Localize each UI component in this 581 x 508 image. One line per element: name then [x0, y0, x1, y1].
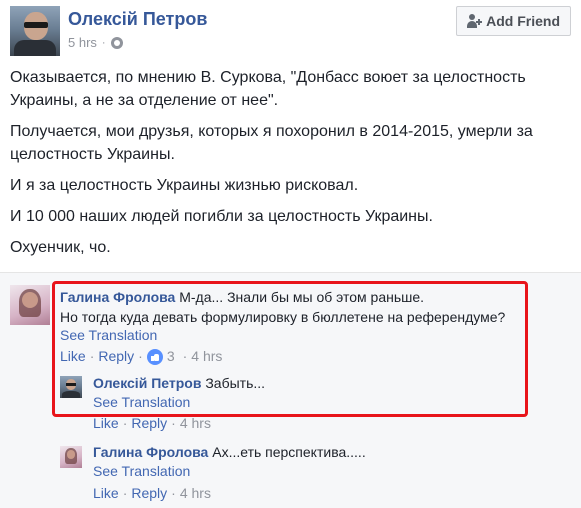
post-paragraph: И 10 000 наших людей погибли за целостно… — [10, 208, 433, 225]
comment-line: Галина Фролова Ах...еть перспектива..... — [93, 443, 366, 462]
add-friend-icon — [467, 14, 483, 28]
post-paragraph: Оказывается, по мнению В. Суркова, "Донб… — [10, 69, 526, 109]
see-translation-link[interactable]: See Translation — [93, 393, 190, 412]
commenter-avatar[interactable] — [60, 376, 82, 398]
globe-icon[interactable] — [110, 36, 123, 49]
action-separator: · — [122, 415, 128, 431]
comment-text: Забыть... — [205, 375, 266, 391]
commenter-avatar[interactable] — [60, 446, 82, 468]
action-separator: · — [182, 348, 188, 364]
commenter-name[interactable]: Галина Фролова — [93, 444, 208, 460]
post-header: Олексій Петров 5 hrs · Add Friend — [10, 6, 571, 56]
post-meta: 5 hrs · — [68, 35, 123, 50]
comment-actions: Like · Reply · 4 hrs — [93, 484, 211, 503]
like-reaction-icon[interactable] — [146, 348, 163, 365]
reaction-count[interactable]: 3 — [167, 347, 175, 366]
comment-text: Ах...еть перспектива..... — [212, 444, 366, 460]
post-timestamp[interactable]: 5 hrs — [68, 35, 97, 50]
post-author-name[interactable]: Олексій Петров — [68, 9, 207, 30]
like-link[interactable]: Like — [93, 484, 119, 503]
see-translation-link[interactable]: See Translation — [93, 462, 190, 481]
meta-separator: · — [101, 36, 106, 49]
action-separator: · — [171, 485, 176, 501]
commenter-name[interactable]: Галина Фролова — [60, 289, 175, 305]
action-separator: · — [171, 415, 176, 431]
reply-link[interactable]: Reply — [131, 484, 167, 503]
comment-timestamp[interactable]: 4 hrs — [180, 484, 211, 503]
comment-timestamp[interactable]: 4 hrs — [191, 347, 222, 366]
post-paragraph: Получается, мои друзья, которых я похоро… — [10, 123, 533, 163]
comment-text: Но тогда куда девать формулировку в бюлл… — [60, 309, 506, 325]
add-friend-label: Add Friend — [486, 13, 560, 29]
add-friend-button[interactable]: Add Friend — [456, 6, 571, 36]
see-translation-link[interactable]: See Translation — [60, 326, 157, 345]
like-link[interactable]: Like — [93, 414, 119, 433]
post-paragraph: Охуенчик, чо. — [10, 239, 111, 256]
comment-actions: Like · Reply · 3 · 4 hrs — [60, 347, 222, 366]
comment-text: М-да... Знали бы мы об этом раньше. — [179, 289, 425, 305]
comment-actions: Like · Reply · 4 hrs — [93, 414, 211, 433]
reply-link[interactable]: Reply — [131, 414, 167, 433]
like-link[interactable]: Like — [60, 347, 86, 366]
reply-link[interactable]: Reply — [98, 347, 134, 366]
comment-timestamp[interactable]: 4 hrs — [180, 414, 211, 433]
post-body: Оказывается, по мнению В. Суркова, "Донб… — [10, 66, 572, 267]
author-avatar[interactable] — [10, 6, 60, 56]
action-separator: · — [89, 348, 95, 364]
comment-line: Галина Фролова М-да... Знали бы мы об эт… — [60, 288, 424, 307]
commenter-name[interactable]: Олексій Петров — [93, 375, 201, 391]
action-separator: · — [138, 348, 143, 364]
comment-line: Олексій Петров Забыть... — [93, 374, 265, 393]
commenter-avatar[interactable] — [10, 285, 50, 325]
action-separator: · — [122, 485, 128, 501]
post-paragraph: И я за целостность Украины жизнью рисков… — [10, 177, 359, 194]
